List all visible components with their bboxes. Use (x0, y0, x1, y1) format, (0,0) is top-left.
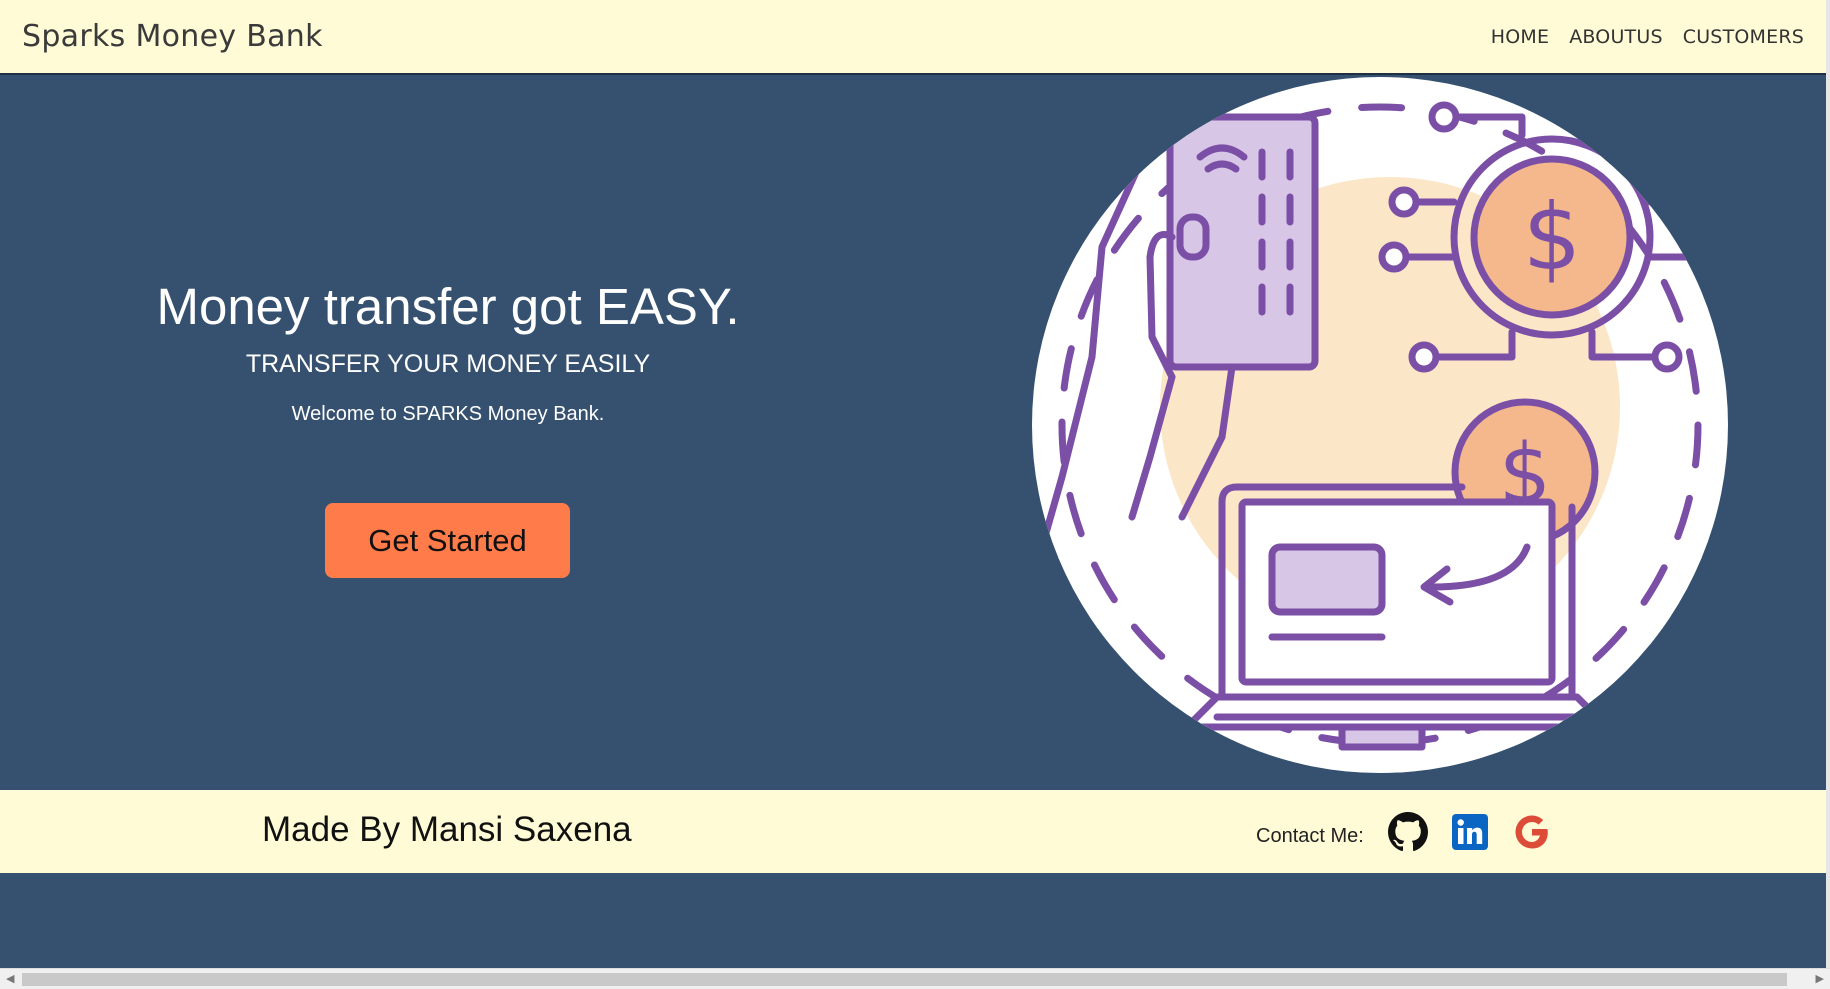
contact-label: Contact Me: (1256, 824, 1364, 847)
google-icon[interactable] (1510, 810, 1554, 854)
money-transfer-illustration: $ $ (1032, 77, 1728, 773)
github-icon[interactable] (1386, 810, 1430, 854)
vertical-scrollbar[interactable] (1826, 0, 1830, 968)
page-bottom-area (0, 873, 1826, 968)
scroll-left-arrow-icon[interactable]: ◀ (6, 972, 14, 985)
hero-title: Money transfer got EASY. (156, 278, 740, 335)
hero-section: Money transfer got EASY. TRANSFER YOUR M… (0, 77, 1826, 789)
hero-text: Money transfer got EASY. TRANSFER YOUR M… (120, 277, 776, 426)
google-icon (1515, 815, 1548, 849)
footer: Made By Mansi Saxena Contact Me: (0, 790, 1826, 873)
nav-aboutus-link[interactable]: ABOUTUS (1569, 26, 1663, 48)
brand-logo-text[interactable]: Sparks Money Bank (22, 19, 323, 54)
svg-text:$: $ (1523, 184, 1582, 291)
scroll-right-arrow-icon[interactable]: ▶ (1816, 972, 1824, 985)
hero-subtitle: TRANSFER YOUR MONEY EASILY (245, 350, 651, 378)
page: Sparks Money Bank HOME ABOUTUS CUSTOMERS… (0, 0, 1826, 968)
linkedin-icon[interactable] (1448, 810, 1492, 854)
github-icon (1387, 812, 1428, 852)
horizontal-scrollbar-thumb[interactable] (22, 973, 1787, 986)
footer-credit: Made By Mansi Saxena (262, 810, 632, 849)
linkedin-icon (1451, 814, 1488, 850)
contact-links: Contact Me: (1256, 810, 1554, 854)
nav-customers-link[interactable]: CUSTOMERS (1683, 26, 1804, 48)
horizontal-scrollbar[interactable]: ◀ ▶ (0, 968, 1830, 989)
hero-welcome-text: Welcome to SPARKS Money Bank. (291, 403, 605, 425)
nav-home-link[interactable]: HOME (1491, 26, 1549, 48)
nav-links: HOME ABOUTUS CUSTOMERS (1491, 26, 1804, 48)
get-started-button[interactable]: Get Started (325, 503, 570, 578)
navbar: Sparks Money Bank HOME ABOUTUS CUSTOMERS (0, 0, 1826, 75)
